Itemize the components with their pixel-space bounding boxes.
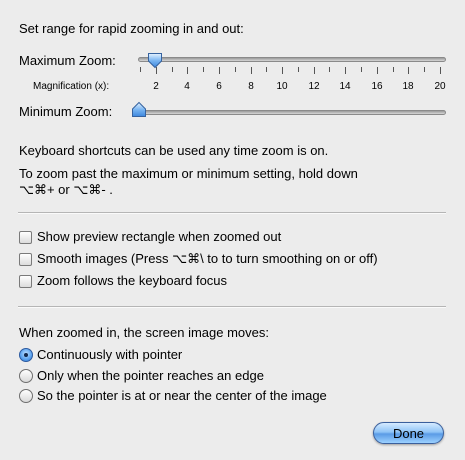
radio-button[interactable] — [19, 369, 33, 383]
radio-button[interactable] — [19, 348, 33, 362]
magnification-tick — [266, 67, 267, 72]
magnification-tick — [235, 67, 236, 72]
checkbox-box[interactable] — [19, 230, 32, 244]
radio-button[interactable] — [19, 389, 33, 403]
separator-top — [18, 212, 446, 214]
minimum-zoom-track[interactable] — [138, 110, 446, 115]
minimum-zoom-label: Minimum Zoom: — [19, 104, 113, 119]
maximum-zoom-track[interactable] — [138, 57, 446, 62]
magnification-tick-label: 16 — [371, 81, 383, 92]
radio-label: Only when the pointer reaches an edge — [37, 368, 264, 383]
magnification-tick — [140, 67, 141, 72]
checkbox-show-preview-rectangle[interactable]: Show preview rectangle when zoomed out — [19, 228, 281, 246]
checkbox-zoom-follows-focus[interactable]: Zoom follows the keyboard focus — [19, 272, 227, 290]
magnification-tick — [314, 67, 315, 74]
magnification-tick-label: 18 — [402, 81, 414, 92]
magnification-tick — [329, 67, 330, 72]
radio-label: So the pointer is at or near the center … — [37, 388, 327, 403]
magnification-tick — [203, 67, 204, 72]
magnification-tick-label: 8 — [248, 81, 254, 92]
magnification-tick-label: 4 — [184, 81, 190, 92]
magnification-tick-label: 6 — [216, 81, 222, 92]
magnification-tick-label: 2 — [153, 81, 159, 92]
checkbox-label: Smooth images (Press ⌥⌘\ to to turn smoo… — [37, 251, 378, 266]
shortcut-info-line2: To zoom past the maximum or minimum sett… — [19, 166, 358, 181]
radio-continuously-with-pointer[interactable]: Continuously with pointer — [19, 346, 182, 364]
radio-pointer-reaches-edge[interactable]: Only when the pointer reaches an edge — [19, 367, 264, 385]
separator-bottom — [18, 306, 446, 308]
magnification-tick — [172, 67, 173, 72]
magnification-tick-label: 20 — [434, 81, 446, 92]
magnification-label: Magnification (x): — [33, 81, 110, 92]
done-button[interactable]: Done — [373, 422, 444, 444]
shortcut-info-line1: Keyboard shortcuts can be used any time … — [19, 143, 329, 158]
magnification-tick — [408, 67, 409, 74]
magnification-tick — [251, 67, 252, 74]
checkbox-label: Show preview rectangle when zoomed out — [37, 229, 282, 244]
magnification-tick — [393, 67, 394, 72]
magnification-tick-label: 14 — [339, 81, 351, 92]
zoom-range-intro: Set range for rapid zooming in and out: — [19, 21, 244, 36]
magnification-tick — [156, 67, 157, 74]
maximum-zoom-label: Maximum Zoom: — [19, 53, 116, 68]
radio-pointer-center[interactable]: So the pointer is at or near the center … — [19, 387, 327, 405]
magnification-tick — [298, 67, 299, 72]
checkbox-label: Zoom follows the keyboard focus — [37, 273, 228, 288]
magnification-tick-label: 10 — [276, 81, 288, 92]
magnification-tick — [377, 67, 378, 74]
radio-label: Continuously with pointer — [37, 347, 183, 362]
magnification-tick — [219, 67, 220, 74]
shortcut-info-line3: ⌥⌘+ or ⌥⌘- . — [19, 182, 113, 197]
checkbox-box[interactable] — [19, 252, 32, 266]
checkbox-box[interactable] — [19, 274, 32, 288]
magnification-tick — [345, 67, 346, 74]
movement-heading: When zoomed in, the screen image moves: — [19, 325, 270, 340]
magnification-tick — [282, 67, 283, 74]
magnification-tick — [187, 67, 188, 74]
checkbox-smooth-images[interactable]: Smooth images (Press ⌥⌘\ to to turn smoo… — [19, 250, 378, 268]
magnification-tick-label: 12 — [308, 81, 320, 92]
minimum-zoom-thumb[interactable] — [131, 101, 147, 118]
magnification-tick — [361, 67, 362, 72]
maximum-zoom-thumb[interactable] — [147, 52, 163, 69]
magnification-tick — [440, 67, 441, 74]
magnification-tick — [424, 67, 425, 72]
